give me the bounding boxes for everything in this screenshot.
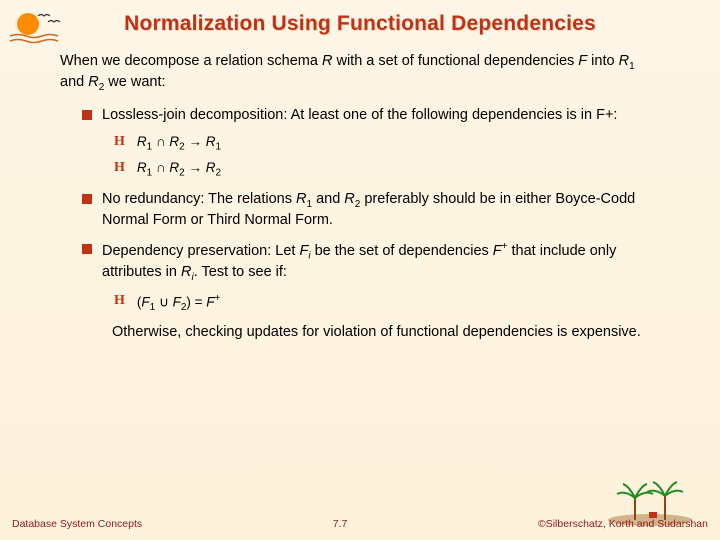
- otherwise-text: Otherwise, checking updates for violatio…: [112, 323, 662, 342]
- slide-title: Normalization Using Functional Dependenc…: [0, 0, 720, 46]
- slide-footer: Database System Concepts 7.7 ©Silberscha…: [0, 518, 720, 530]
- bullet-dependency-preservation: Dependency preservation: Let Fi be the s…: [82, 240, 662, 284]
- script-h-icon: H: [114, 292, 125, 314]
- bullet-square-icon: [82, 194, 92, 204]
- footer-page-number: 7.7: [333, 518, 348, 530]
- sun-logo-icon: [8, 8, 72, 52]
- dependency-1: H R1 ∩ R2 → R1: [114, 133, 662, 154]
- footer-left: Database System Concepts: [12, 518, 142, 530]
- slide-content: When we decompose a relation schema R wi…: [0, 46, 720, 342]
- script-h-icon: H: [114, 159, 125, 180]
- dependency-union: H (F1 ∪ F2) = F+: [114, 292, 662, 314]
- bullet-square-icon: [82, 244, 92, 254]
- dependency-2: H R1 ∩ R2 → R2: [114, 159, 662, 180]
- intro-paragraph: When we decompose a relation schema R wi…: [60, 52, 662, 94]
- bullet-lossless-text: Lossless-join decomposition: At least on…: [102, 106, 662, 125]
- bullet-no-redundancy: No redundancy: The relations R1 and R2 p…: [82, 190, 662, 230]
- bullet-lossless: Lossless-join decomposition: At least on…: [82, 106, 662, 125]
- footer-copyright: ©Silberschatz, Korth and Sudarshan: [538, 518, 708, 530]
- script-h-icon: H: [114, 133, 125, 154]
- bullet-square-icon: [82, 110, 92, 120]
